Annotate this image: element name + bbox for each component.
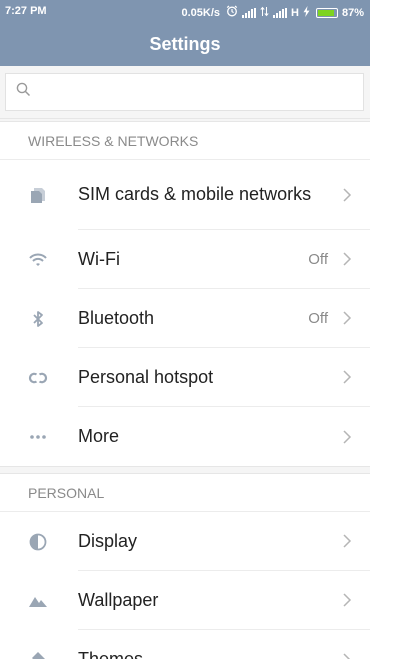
- section-title-personal: PERSONAL: [0, 474, 370, 512]
- row-label: Wi-Fi: [78, 248, 120, 269]
- hotspot-icon: [0, 368, 78, 388]
- search-area: [0, 66, 370, 118]
- chevron-right-icon: [343, 429, 352, 444]
- wifi-status-value: Off: [308, 250, 328, 268]
- themes-icon: [0, 650, 78, 659]
- row-label: Display: [78, 530, 138, 551]
- bluetooth-status-value: Off: [308, 309, 328, 327]
- row-body: Display: [78, 512, 370, 571]
- network-type: H: [291, 6, 299, 19]
- chevron-right-icon: [343, 187, 352, 202]
- row-body: Wallpaper: [78, 571, 370, 630]
- chevron-right-icon: [343, 534, 352, 548]
- signal-icon-sim1: [242, 7, 257, 18]
- row-body: More: [78, 407, 370, 466]
- row-label: Bluetooth: [78, 307, 155, 328]
- status-right: 0.05K/s H 87%: [181, 5, 364, 20]
- row-bluetooth[interactable]: Bluetooth Off: [0, 289, 370, 348]
- row-label: Personal hotspot: [78, 366, 214, 387]
- app-header: 7:27 PM 0.05K/s H 87% Settings: [0, 0, 370, 66]
- display-icon: [0, 532, 78, 552]
- row-body: Bluetooth Off: [78, 289, 370, 348]
- search-icon: [16, 82, 31, 102]
- row-wifi[interactable]: Wi-Fi Off: [0, 230, 370, 289]
- chevron-right-icon: [343, 370, 352, 384]
- row-personal-hotspot[interactable]: Personal hotspot: [0, 348, 370, 407]
- data-arrows-icon: [260, 6, 269, 20]
- chevron-right-icon: [343, 652, 351, 659]
- page-title: Settings: [149, 34, 221, 54]
- row-body: Themes: [78, 630, 370, 659]
- wifi-icon: [0, 250, 78, 270]
- battery-icon: [315, 7, 338, 18]
- signal-icon-sim2: [273, 7, 288, 18]
- chevron-right-icon: [343, 252, 352, 266]
- sim-card-icon: [0, 185, 78, 205]
- battery-level-fill: [317, 9, 334, 16]
- chevron-right-icon: [343, 593, 352, 607]
- screen-margin: [370, 0, 409, 659]
- row-themes[interactable]: Themes: [0, 630, 370, 659]
- search-input[interactable]: [37, 77, 363, 107]
- row-label: Wallpaper: [78, 589, 159, 610]
- row-label: Themes: [78, 649, 144, 659]
- section-title-wireless: WIRELESS & NETWORKS: [0, 122, 370, 160]
- row-body: Wi-Fi Off: [78, 230, 370, 289]
- wallpaper-icon: [0, 591, 78, 611]
- status-bar: 7:27 PM 0.05K/s H 87%: [0, 0, 370, 24]
- row-sim-cards[interactable]: SIM cards & mobile networks: [0, 160, 370, 230]
- bluetooth-icon: [0, 309, 78, 329]
- row-label: More: [78, 426, 120, 446]
- net-speed: 0.05K/s: [181, 6, 221, 19]
- section-personal: PERSONAL Display Wallpaper Themes: [0, 474, 370, 659]
- row-label: SIM cards & mobile networks: [78, 184, 312, 204]
- search-box[interactable]: [5, 73, 364, 111]
- row-display[interactable]: Display: [0, 512, 370, 571]
- charging-icon: [303, 5, 310, 20]
- row-wallpaper[interactable]: Wallpaper: [0, 571, 370, 630]
- more-dots-icon: [0, 427, 78, 447]
- row-body: Personal hotspot: [78, 348, 370, 407]
- row-more[interactable]: More: [0, 407, 370, 466]
- battery-percent: 87%: [341, 6, 364, 19]
- status-time: 7:27 PM: [5, 5, 47, 17]
- section-wireless: WIRELESS & NETWORKS SIM cards & mobile n…: [0, 122, 370, 466]
- chevron-right-icon: [343, 311, 352, 325]
- section-divider: [0, 466, 370, 474]
- alarm-icon: [226, 5, 238, 20]
- settings-screen: 7:27 PM 0.05K/s H 87% Settings WIRELESS …: [0, 0, 370, 659]
- row-body: SIM cards & mobile networks: [78, 160, 370, 230]
